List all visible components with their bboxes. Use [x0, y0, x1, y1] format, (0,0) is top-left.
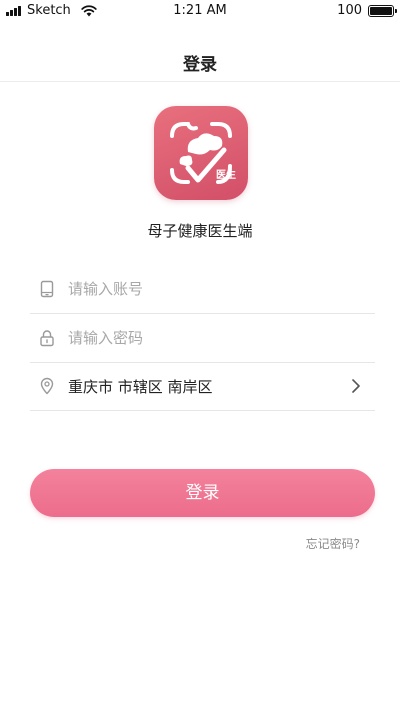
forgot-password-link[interactable]: 忘记密码? — [306, 535, 360, 552]
app-name: 母子健康医生端 — [147, 222, 253, 240]
lock-icon — [40, 330, 54, 347]
login-button[interactable]: 登录 — [30, 469, 375, 517]
battery-percent: 100 — [337, 3, 362, 18]
account-field[interactable] — [30, 265, 375, 314]
password-input[interactable] — [68, 329, 348, 347]
logo-badge: 医生 — [216, 168, 236, 181]
account-input[interactable] — [68, 280, 348, 298]
app-logo: 医生 — [154, 106, 248, 200]
battery-icon — [368, 4, 397, 17]
location-pin-icon — [40, 377, 54, 395]
mother-child-logo-icon: 医生 — [170, 122, 236, 184]
region-value: 重庆市 市辖区 南岸区 — [68, 377, 213, 396]
status-right: 100 — [337, 3, 397, 18]
password-field[interactable] — [30, 314, 375, 363]
region-selector[interactable]: 重庆市 市辖区 南岸区 — [30, 362, 375, 411]
phone-icon — [40, 280, 54, 298]
battery-level-fill — [370, 6, 392, 15]
status-bar: Sketch 1:21 AM 100 — [0, 0, 400, 22]
nav-bar: 登录 — [0, 22, 400, 82]
page-title: 登录 — [183, 55, 217, 75]
chevron-right-icon — [352, 379, 360, 393]
